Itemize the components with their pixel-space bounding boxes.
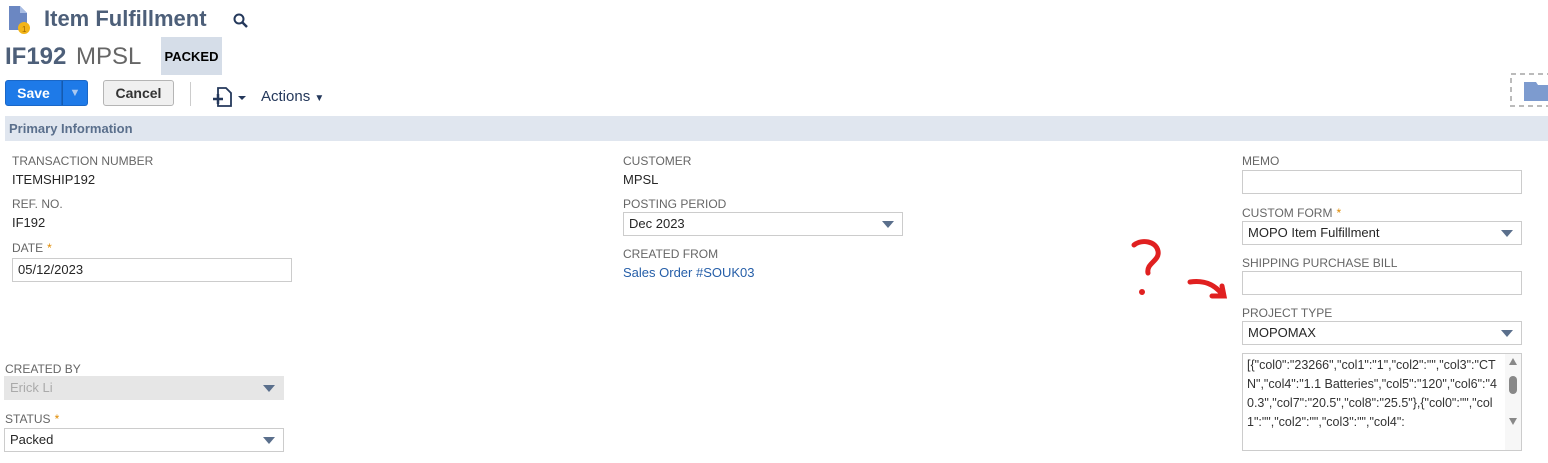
ref-no-value: IF192 xyxy=(12,215,46,230)
json-data-text: [{"col0":"23266","col1":"1","col2":"","c… xyxy=(1247,358,1497,429)
textarea-scrollbar[interactable] xyxy=(1505,354,1521,450)
status-value: Packed xyxy=(10,432,54,447)
created-by-value: Erick Li xyxy=(10,380,53,395)
customer-label: CUSTOMER xyxy=(623,154,692,168)
record-name: MPSL xyxy=(76,43,142,70)
shipping-purchase-bill-label: SHIPPING PURCHASE BILL xyxy=(1242,256,1398,270)
actions-menu[interactable]: Actions ▼ xyxy=(261,88,324,105)
status-select[interactable]: Packed xyxy=(4,428,284,452)
shipping-purchase-bill-input[interactable] xyxy=(1242,271,1522,295)
status-label: STATUS * xyxy=(5,412,59,426)
custom-form-value: MOPO Item Fulfillment xyxy=(1248,225,1380,240)
posting-period-select[interactable]: Dec 2023 xyxy=(623,212,903,236)
project-type-select[interactable]: MOPOMAX xyxy=(1242,321,1522,345)
date-input[interactable]: 05/12/2023 xyxy=(12,258,292,282)
required-mark: * xyxy=(54,412,60,426)
chevron-down-icon: ▼ xyxy=(69,87,81,99)
posting-period-value: Dec 2023 xyxy=(629,216,685,231)
item-fulfillment-record-icon: 1 xyxy=(9,6,30,34)
created-by-select: Erick Li xyxy=(4,376,284,400)
status-label-text: STATUS xyxy=(5,412,51,426)
actions-label: Actions xyxy=(261,88,311,105)
red-annotation-question-arrow xyxy=(1131,239,1228,299)
toolbar-divider xyxy=(190,82,191,106)
cancel-button[interactable]: Cancel xyxy=(103,80,174,106)
folder-icon[interactable] xyxy=(1510,73,1548,107)
section-primary-information[interactable]: Primary Information xyxy=(5,116,1548,141)
save-dropdown-button[interactable]: ▼ xyxy=(62,80,88,106)
created-from-label: CREATED FROM xyxy=(623,247,719,261)
search-icon[interactable] xyxy=(233,13,249,29)
project-type-value: MOPOMAX xyxy=(1248,325,1316,340)
customer-value: MPSL xyxy=(623,172,659,187)
transaction-number-label: TRANSACTION NUMBER xyxy=(12,154,154,168)
date-label: DATE * xyxy=(12,241,52,255)
caret-down-icon: ▼ xyxy=(314,93,325,104)
date-label-text: DATE xyxy=(12,241,44,255)
project-type-label: PROJECT TYPE xyxy=(1242,306,1333,320)
page-title: Item Fulfillment xyxy=(44,6,207,31)
created-from-link[interactable]: Sales Order #SOUK03 xyxy=(623,265,755,280)
memo-input[interactable] xyxy=(1242,170,1522,194)
created-by-label: CREATED BY xyxy=(5,362,81,376)
status-badge: PACKED xyxy=(161,37,222,75)
required-mark: * xyxy=(47,241,52,255)
custom-form-label-text: CUSTOM FORM xyxy=(1242,206,1333,220)
new-record-menu-icon[interactable] xyxy=(212,86,248,108)
ref-no-label: REF. NO. xyxy=(12,197,63,211)
transaction-number-value: ITEMSHIP192 xyxy=(12,172,96,187)
json-data-textarea[interactable]: [{"col0":"23266","col1":"1","col2":"","c… xyxy=(1242,353,1522,451)
memo-label: MEMO xyxy=(1242,154,1280,168)
custom-form-label: CUSTOM FORM * xyxy=(1242,206,1341,220)
posting-period-label: POSTING PERIOD xyxy=(623,197,727,211)
record-id: IF192 xyxy=(5,43,67,70)
required-mark: * xyxy=(1336,206,1342,220)
svg-text:1: 1 xyxy=(22,25,27,34)
save-button[interactable]: Save xyxy=(5,80,62,106)
custom-form-select[interactable]: MOPO Item Fulfillment xyxy=(1242,221,1522,245)
